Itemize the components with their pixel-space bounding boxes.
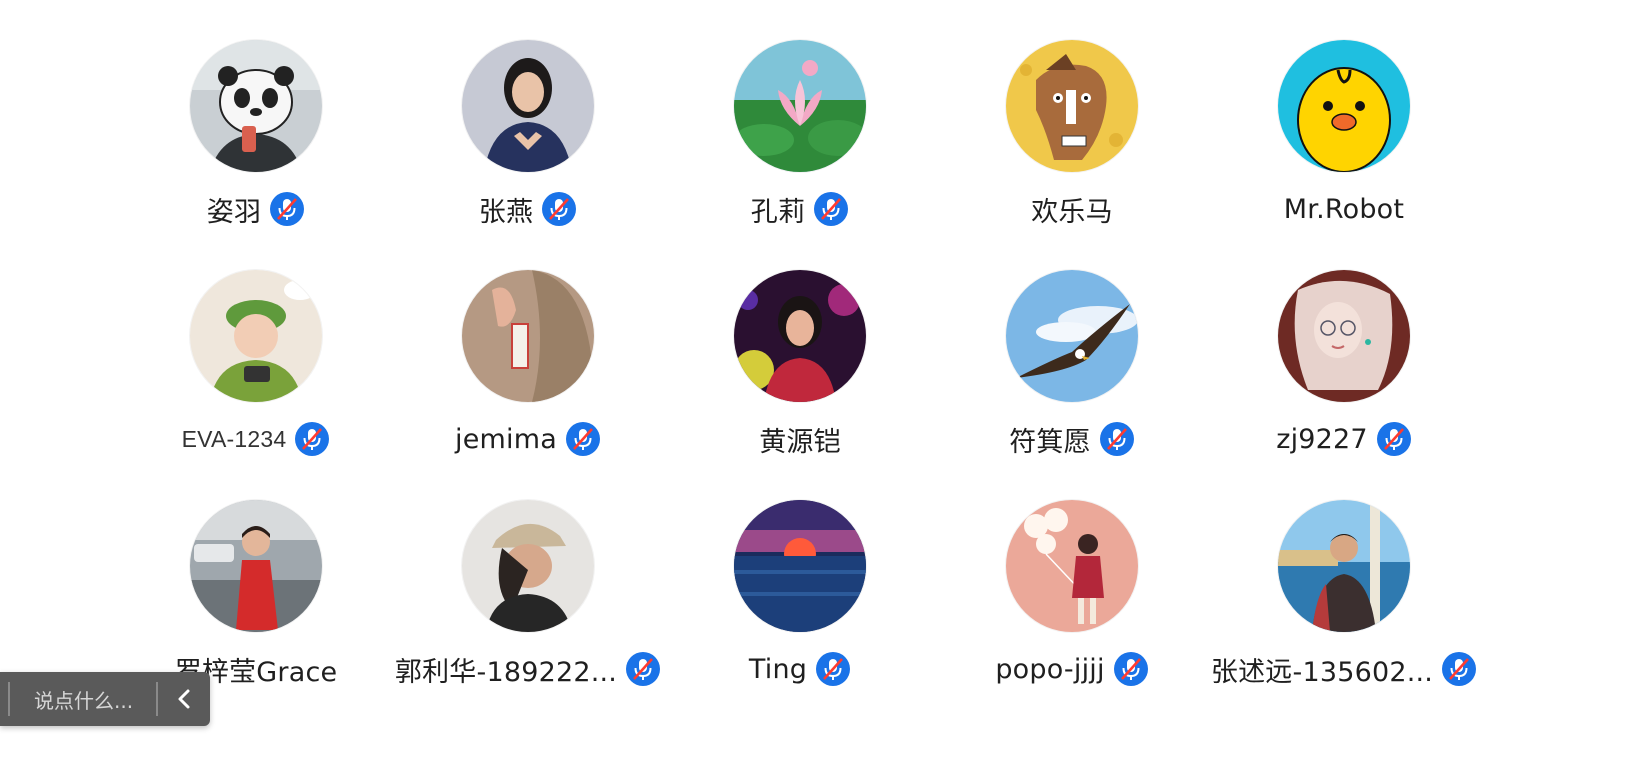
participant-tile[interactable]: 张燕 <box>392 40 664 270</box>
child-red-dress-avatar-icon <box>190 500 322 632</box>
baby-green-hat-avatar-icon <box>190 270 322 402</box>
mic-muted-badge-icon <box>813 191 849 227</box>
name-row: Mr.Robot <box>1284 188 1404 230</box>
mic-muted-badge-icon <box>294 421 330 457</box>
participant-tile[interactable]: 黄源铠 <box>664 270 936 500</box>
participant-tile[interactable]: popo-jjjj <box>936 500 1208 730</box>
name-row: 符箕愿 <box>1009 418 1135 460</box>
participant-name: EVA-1234 <box>181 425 287 452</box>
participant-grid: 姿羽 张燕 孔莉 欢乐马 Mr.Robot EVA-1234 jemima 黄源… <box>120 40 1500 730</box>
avatar <box>462 270 594 402</box>
avatar <box>1006 40 1138 172</box>
participant-tile[interactable]: 符箕愿 <box>936 270 1208 500</box>
name-row: Ting <box>749 648 851 690</box>
participant-name: 张燕 <box>478 196 534 228</box>
participant-name: 姿羽 <box>206 196 262 228</box>
name-row: 张述远-135602... <box>1211 648 1477 690</box>
participant-name: 符箕愿 <box>1009 426 1091 458</box>
girl-balloons-avatar-icon <box>1006 500 1138 632</box>
mic-muted-badge-icon <box>565 421 601 457</box>
avatar <box>734 270 866 402</box>
participant-tile[interactable]: 郭利华-189222... <box>392 500 664 730</box>
name-row: 欢乐马 <box>1031 188 1113 230</box>
avatar <box>734 40 866 172</box>
name-row: EVA-1234 <box>182 418 331 460</box>
sunset-sea-avatar-icon <box>734 500 866 632</box>
mic-muted-badge-icon <box>625 651 661 687</box>
participant-tile[interactable]: 张述远-135602... <box>1208 500 1480 730</box>
participant-name: zj9227 <box>1276 423 1368 455</box>
participant-name: jemima <box>455 423 557 455</box>
participant-name: 孔莉 <box>750 196 806 228</box>
collapse-chat-button[interactable] <box>158 672 210 726</box>
avatar <box>190 40 322 172</box>
mic-muted-badge-icon <box>1113 651 1149 687</box>
participant-name: 黄源铠 <box>759 426 841 458</box>
avatar <box>1006 500 1138 632</box>
participant-tile[interactable]: EVA-1234 <box>120 270 392 500</box>
man-beach-avatar-icon <box>1278 500 1410 632</box>
name-row: zj9227 <box>1276 418 1412 460</box>
name-row: 黄源铠 <box>759 418 841 460</box>
participant-name: 张述远-135602... <box>1210 656 1434 688</box>
avatar <box>190 500 322 632</box>
participant-tile[interactable]: zj9227 <box>1208 270 1480 500</box>
name-row: 郭利华-189222... <box>395 648 661 690</box>
participant-name: popo-jjjj <box>995 653 1105 685</box>
avatar <box>190 270 322 402</box>
mic-muted-badge-icon <box>541 191 577 227</box>
cartoon-horse-avatar-icon <box>1006 40 1138 172</box>
participants-panel: 姿羽 张燕 孔莉 欢乐马 Mr.Robot EVA-1234 jemima 黄源… <box>0 0 1629 757</box>
woman-cap-avatar-icon <box>462 500 594 632</box>
mic-muted-badge-icon <box>815 651 851 687</box>
name-row: jemima <box>455 418 601 460</box>
chevron-left-icon <box>178 689 190 709</box>
panda-avatar-icon <box>190 40 322 172</box>
earring-closeup-avatar-icon <box>462 270 594 402</box>
chat-input[interactable]: 说点什么... <box>10 685 156 714</box>
avatar <box>734 500 866 632</box>
avatar <box>1278 270 1410 402</box>
participant-name: Ting <box>748 653 808 685</box>
participant-tile[interactable]: Ting <box>664 500 936 730</box>
avatar <box>462 500 594 632</box>
name-row: 姿羽 <box>207 188 305 230</box>
mic-muted-badge-icon <box>1099 421 1135 457</box>
name-row: 张燕 <box>479 188 577 230</box>
participant-name: 郭利华-189222... <box>394 656 618 688</box>
eagle-sky-avatar-icon <box>1006 270 1138 402</box>
avatar <box>462 40 594 172</box>
yellow-chick-avatar-icon <box>1278 40 1410 172</box>
chat-bar: 说点什么... <box>0 672 210 726</box>
avatar <box>1006 270 1138 402</box>
participant-tile[interactable]: 姿羽 <box>120 40 392 270</box>
girl-night-lights-avatar-icon <box>734 270 866 402</box>
lotus-avatar-icon <box>734 40 866 172</box>
participant-tile[interactable]: Mr.Robot <box>1208 40 1480 270</box>
name-row: 孔莉 <box>751 188 849 230</box>
avatar <box>1278 500 1410 632</box>
participant-tile[interactable]: 孔莉 <box>664 40 936 270</box>
avatar <box>1278 40 1410 172</box>
participant-name: 欢乐马 <box>1031 196 1113 228</box>
anime-girl-avatar-icon <box>1278 270 1410 402</box>
woman-portrait-avatar-icon <box>462 40 594 172</box>
mic-muted-badge-icon <box>1376 421 1412 457</box>
participant-tile[interactable]: jemima <box>392 270 664 500</box>
participant-tile[interactable]: 欢乐马 <box>936 40 1208 270</box>
mic-muted-badge-icon <box>1441 651 1477 687</box>
mic-muted-badge-icon <box>269 191 305 227</box>
name-row: popo-jjjj <box>995 648 1148 690</box>
participant-name: Mr.Robot <box>1283 193 1405 225</box>
